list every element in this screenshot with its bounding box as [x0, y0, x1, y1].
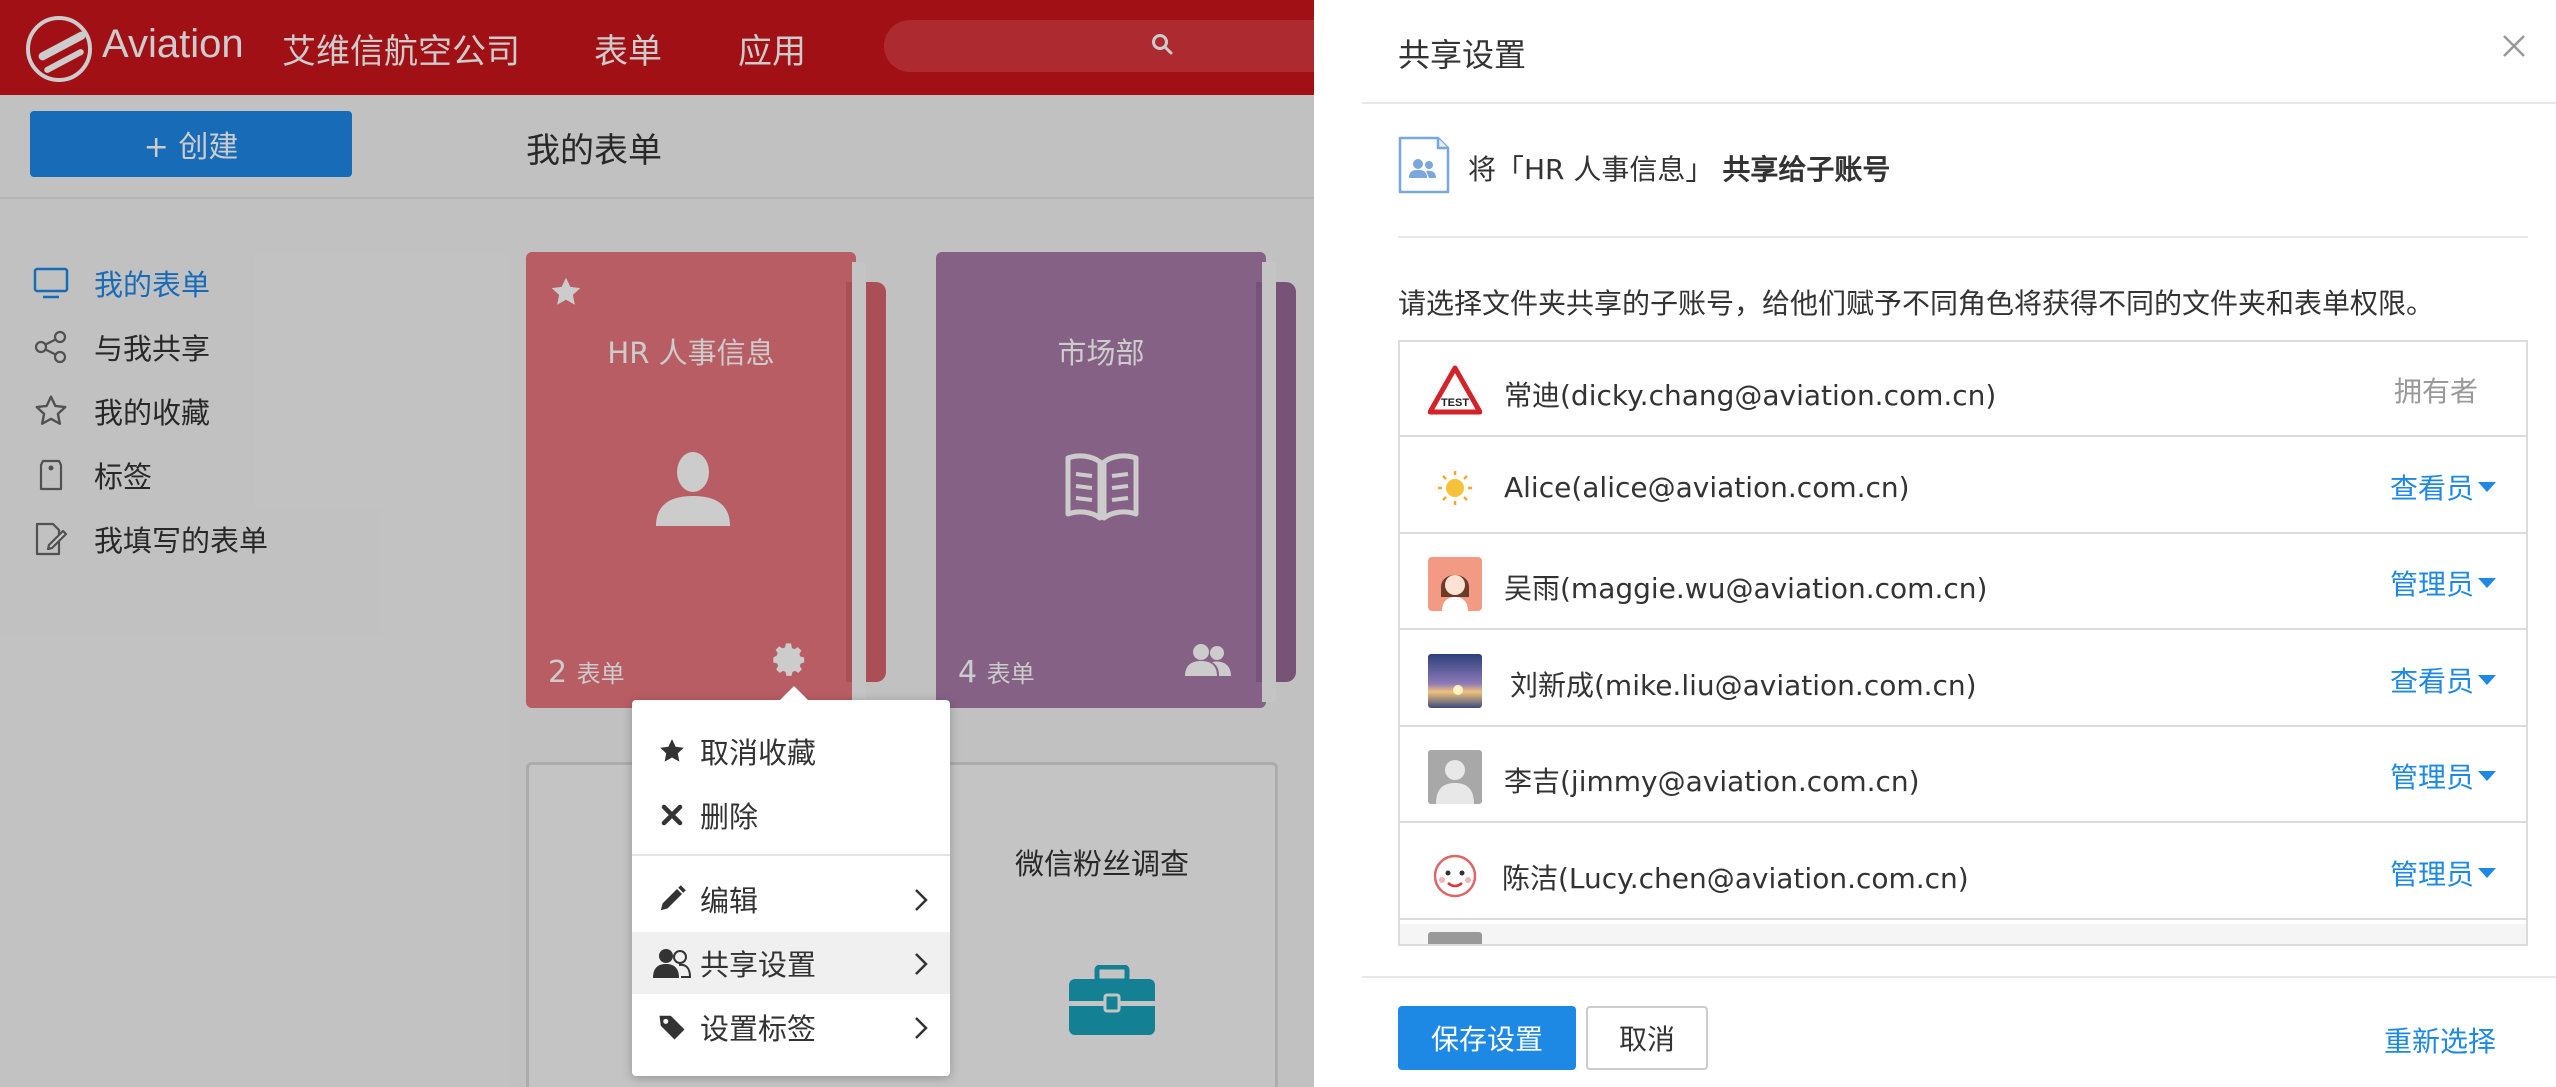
instruction-text: 请选择文件夹共享的子账号，给他们赋予不同角色将获得不同的文件夹和表单权限。 [1398, 287, 2435, 320]
divider [1398, 236, 2528, 238]
sunset-avatar [1428, 654, 1482, 708]
list-item-partial [1400, 924, 2526, 944]
menu-divider [632, 854, 950, 856]
menu-item-label: 取消收藏 [700, 736, 817, 770]
caret-down-icon [2478, 771, 2496, 781]
user-name: 陈洁(Lucy.chen@aviation.com.cn) [1502, 862, 1969, 895]
avatar [1428, 932, 1482, 944]
list-item[interactable]: 李吉(jimmy@aviation.com.cn) 管理员 [1400, 728, 2526, 823]
reselect-link[interactable]: 重新选择 [2384, 1020, 2496, 1060]
menu-item-edit[interactable]: 编辑 [632, 868, 950, 930]
pencil-icon [652, 884, 692, 914]
menu-item-unfavorite[interactable]: 取消收藏 [632, 720, 950, 782]
user-name: 常迪(dicky.chang@aviation.com.cn) [1504, 379, 1997, 412]
dialog-title: 共享设置 [1398, 36, 1527, 74]
role-dropdown[interactable]: 管理员 [2390, 563, 2496, 603]
list-item[interactable]: 刘新成(mike.liu@aviation.com.cn) 查看员 [1400, 632, 2526, 727]
girl-avatar [1428, 557, 1482, 611]
forms-app: Aviation 艾维信航空公司 表单 应用 + 创建 我的表单 我的表单 与我… [0, 0, 1314, 1087]
chevron-right-icon [915, 953, 928, 975]
menu-item-label: 删除 [700, 800, 759, 834]
menu-item-share-settings[interactable]: 共享设置 [632, 932, 950, 994]
close-icon[interactable] [2500, 32, 2528, 60]
list-item[interactable]: Alice(alice@aviation.com.cn) 查看员 [1400, 439, 2526, 534]
caret-down-icon [2478, 578, 2496, 588]
list-item[interactable]: TEST 常迪(dicky.chang@aviation.com.cn) 拥有者 [1400, 342, 2526, 437]
cancel-button[interactable]: 取消 [1586, 1006, 1708, 1070]
subaccount-list[interactable]: TEST 常迪(dicky.chang@aviation.com.cn) 拥有者… [1398, 340, 2528, 946]
role-dropdown[interactable]: 查看员 [2390, 467, 2496, 507]
menu-item-set-tags[interactable]: 设置标签 [632, 996, 950, 1058]
users-icon [652, 948, 692, 978]
role-dropdown[interactable]: 管理员 [2390, 756, 2496, 796]
user-name: 李吉(jimmy@aviation.com.cn) [1504, 765, 1920, 798]
chevron-right-icon [915, 1017, 928, 1039]
share-action-text: 共享给子账号 [1722, 153, 1891, 186]
svg-text:TEST: TEST [1441, 397, 1469, 409]
role-dropdown[interactable]: 管理员 [2390, 853, 2496, 893]
share-settings-dialog: 共享设置 将「HR 人事信息」 共享给子账号 请选择文件夹共享的子账号，给他们赋… [1314, 0, 2556, 1087]
sun-avatar [1438, 471, 1472, 505]
share-folder-name: 将「HR 人事信息」 [1468, 153, 1714, 186]
test-sign-avatar: TEST [1428, 365, 1482, 415]
tag-filled-icon [652, 1012, 692, 1042]
cartoon-avatar [1433, 854, 1477, 898]
menu-item-label: 编辑 [700, 884, 759, 918]
shared-folder-icon [1398, 136, 1450, 194]
folder-context-menu: 取消收藏 删除 编辑 共享设置 设置标签 [632, 686, 950, 1076]
user-name: 刘新成(mike.liu@aviation.com.cn) [1510, 669, 1977, 702]
save-button[interactable]: 保存设置 [1398, 1006, 1576, 1070]
menu-item-label: 设置标签 [700, 1012, 817, 1046]
chevron-right-icon [915, 889, 928, 911]
user-name: 吴雨(maggie.wu@aviation.com.cn) [1504, 572, 1988, 605]
divider [1362, 976, 2556, 978]
caret-down-icon [2478, 482, 2496, 492]
user-name: Alice(alice@aviation.com.cn) [1504, 471, 1910, 504]
star-filled-icon [652, 736, 692, 766]
divider [1362, 102, 2556, 104]
caret-down-icon [2478, 868, 2496, 878]
default-avatar [1428, 750, 1482, 804]
menu-item-delete[interactable]: 删除 [632, 784, 950, 846]
share-target-text: 将「HR 人事信息」 共享给子账号 [1468, 148, 1890, 188]
list-item[interactable]: 陈洁(Lucy.chen@aviation.com.cn) 管理员 [1400, 825, 2526, 920]
menu-item-label: 共享设置 [700, 948, 817, 982]
close-x-icon [652, 803, 692, 827]
list-item[interactable]: 吴雨(maggie.wu@aviation.com.cn) 管理员 [1400, 535, 2526, 630]
caret-down-icon [2478, 675, 2496, 685]
role-label: 拥有者 [2393, 375, 2478, 408]
role-dropdown[interactable]: 查看员 [2390, 660, 2496, 700]
